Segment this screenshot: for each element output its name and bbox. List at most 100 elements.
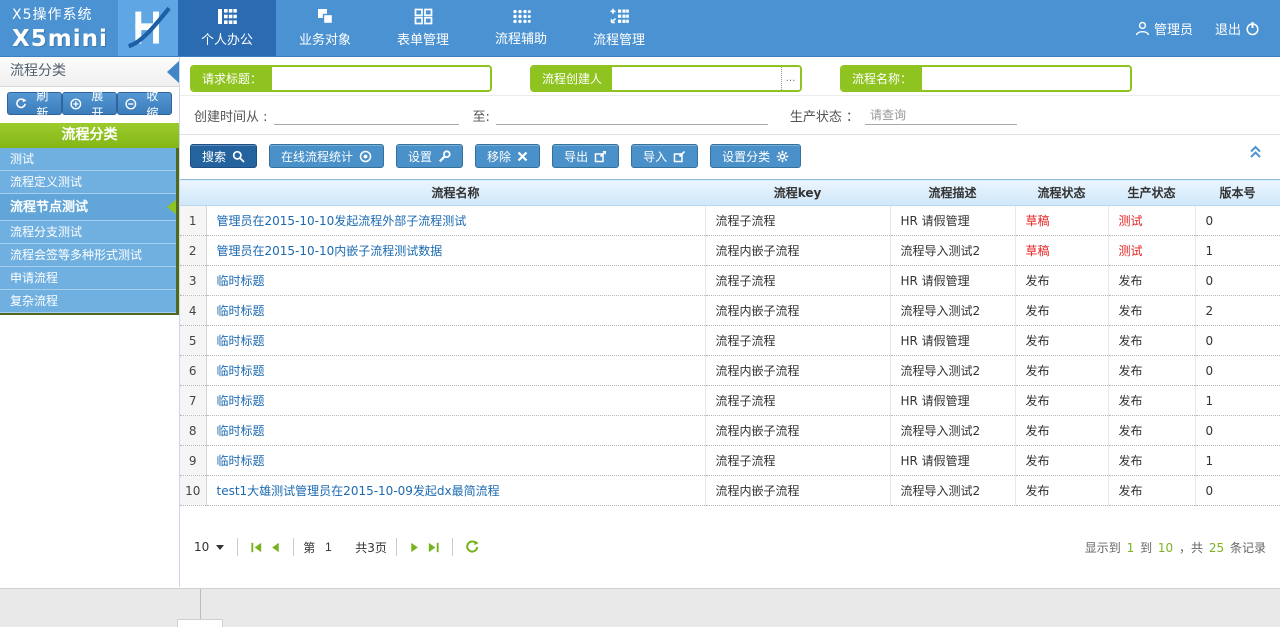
process-name-link[interactable]: 临时标题 <box>217 304 265 318</box>
page-prefix: 第 <box>303 539 315 556</box>
tree-title: 流程分类 <box>0 123 179 148</box>
user-area: 管理员 退出 <box>1135 0 1280 56</box>
user-name: 管理员 <box>1154 19 1193 38</box>
panel-collapse-arrow-icon[interactable] <box>167 61 179 83</box>
page-size-dropdown[interactable]: 10 <box>190 540 228 554</box>
tab-form-management[interactable]: 表单管理 <box>374 0 472 56</box>
production-status-cell: 测试 <box>1108 206 1195 236</box>
process-key-cell: 流程子流程 <box>705 266 890 296</box>
process-name-link[interactable]: 临时标题 <box>217 274 265 288</box>
production-status-input[interactable] <box>865 106 1017 125</box>
process-name-link[interactable]: test1大雄测试管理员在2015-10-09发起dx最简流程 <box>217 484 500 498</box>
process-status-cell: 发布 <box>1015 446 1108 476</box>
col-production-status[interactable]: 生产状态 <box>1108 180 1195 206</box>
col-process-name[interactable]: 流程名称 <box>206 180 705 206</box>
reload-grid-button[interactable] <box>465 540 479 554</box>
table-row[interactable]: 3 临时标题 流程子流程 HR 请假管理 发布 发布 0 <box>180 266 1280 296</box>
sidebar-category-item[interactable]: 申请流程 <box>0 267 176 290</box>
process-name-link[interactable]: 临时标题 <box>217 424 265 438</box>
row-number-cell: 3 <box>180 266 206 296</box>
process-status-cell: 发布 <box>1015 266 1108 296</box>
first-page-icon <box>250 541 263 554</box>
gear-icon <box>776 150 789 163</box>
process-status-cell: 发布 <box>1015 386 1108 416</box>
process-name-link[interactable]: 管理员在2015-10-10内嵌子流程测试数据 <box>217 244 443 258</box>
sidebar-category-item[interactable]: 流程会签等多种形式测试 <box>0 244 176 267</box>
row-number-cell: 10 <box>180 476 206 506</box>
process-grid: 流程名称 流程key 流程描述 流程状态 生产状态 版本号 1 管理员在2015… <box>180 179 1280 506</box>
process-name-link[interactable]: 临时标题 <box>217 334 265 348</box>
refresh-button[interactable]: 刷新 <box>7 92 62 115</box>
import-button[interactable]: 导入 <box>631 144 698 168</box>
prev-page-button[interactable] <box>269 541 281 554</box>
set-category-button[interactable]: 设置分类 <box>710 144 801 168</box>
expand-all-button[interactable]: 展开 <box>62 92 117 115</box>
sidebar-category-item[interactable]: 测试 <box>0 148 176 171</box>
tab-process-assist[interactable]: 流程辅助 <box>472 0 570 56</box>
sidebar-panel-header: 流程分类 <box>0 57 179 87</box>
table-row[interactable]: 1 管理员在2015-10-10发起流程外部子流程测试 流程子流程 HR 请假管… <box>180 206 1280 236</box>
remove-button[interactable]: 移除 <box>475 144 540 168</box>
table-row[interactable]: 8 临时标题 流程内嵌子流程 流程导入测试2 发布 发布 0 <box>180 416 1280 446</box>
created-to-input[interactable] <box>496 106 768 125</box>
table-row[interactable]: 10 test1大雄测试管理员在2015-10-09发起dx最简流程 流程内嵌子… <box>180 476 1280 506</box>
settings-button[interactable]: 设置 <box>396 144 463 168</box>
process-name-link[interactable]: 临时标题 <box>217 364 265 378</box>
first-page-button[interactable] <box>250 541 263 554</box>
sidebar-category-item[interactable]: 流程定义测试 <box>0 171 176 194</box>
created-from-input[interactable] <box>274 106 459 125</box>
process-name-link[interactable]: 临时标题 <box>217 394 265 408</box>
pager-separator <box>293 538 294 556</box>
process-status-cell: 草稿 <box>1015 206 1108 236</box>
sidebar-category-label: 流程节点测试 <box>10 200 88 215</box>
col-process-desc[interactable]: 流程描述 <box>890 180 1015 206</box>
collapse-all-button[interactable]: 收缩 <box>117 92 172 115</box>
online-process-stats-button[interactable]: 在线流程统计 <box>269 144 384 168</box>
table-row[interactable]: 2 管理员在2015-10-10内嵌子流程测试数据 流程内嵌子流程 流程导入测试… <box>180 236 1280 266</box>
collapse-search-panel-icon[interactable] <box>1247 144 1264 162</box>
process-name-field-group: 流程名称： <box>840 65 1132 92</box>
process-creator-input[interactable] <box>612 67 781 90</box>
version-cell: 1 <box>1195 386 1280 416</box>
sidebar-category-label: 复杂流程 <box>10 294 58 308</box>
request-title-field-group: 请求标题： <box>190 65 492 92</box>
last-page-button[interactable] <box>427 541 440 554</box>
request-title-input[interactable] <box>272 67 490 90</box>
tab-process-management[interactable]: 流程管理 <box>570 0 668 56</box>
export-button[interactable]: 导出 <box>552 144 619 168</box>
process-desc-cell: HR 请假管理 <box>890 206 1015 236</box>
col-process-status[interactable]: 流程状态 <box>1015 180 1108 206</box>
process-name-link[interactable]: 管理员在2015-10-10发起流程外部子流程测试 <box>217 214 467 228</box>
creator-picker-button[interactable]: … <box>781 67 800 90</box>
current-page-input[interactable] <box>315 538 341 556</box>
search-button[interactable]: 搜索 <box>190 144 257 168</box>
request-title-label: 请求标题： <box>192 67 272 90</box>
process-key-cell: 流程子流程 <box>705 446 890 476</box>
tab-personal-office[interactable]: 个人办公 <box>178 0 276 56</box>
summary-total: 25 <box>1209 541 1224 555</box>
splitter-handle[interactable] <box>177 619 223 627</box>
next-page-button[interactable] <box>409 541 421 554</box>
table-row[interactable]: 7 临时标题 流程子流程 HR 请假管理 发布 发布 1 <box>180 386 1280 416</box>
table-row[interactable]: 9 临时标题 流程子流程 HR 请假管理 发布 发布 1 <box>180 446 1280 476</box>
table-row[interactable]: 5 临时标题 流程子流程 HR 请假管理 发布 发布 0 <box>180 326 1280 356</box>
process-name-link[interactable]: 临时标题 <box>217 454 265 468</box>
selected-category-arrow-icon <box>167 200 176 214</box>
version-cell: 0 <box>1195 356 1280 386</box>
tab-business-objects[interactable]: 业务对象 <box>276 0 374 56</box>
table-row[interactable]: 4 临时标题 流程内嵌子流程 流程导入测试2 发布 发布 2 <box>180 296 1280 326</box>
current-user[interactable]: 管理员 <box>1135 19 1193 38</box>
sidebar-category-item[interactable]: 复杂流程 <box>0 290 176 313</box>
col-version[interactable]: 版本号 <box>1195 180 1280 206</box>
settings-button-label: 设置 <box>408 148 432 165</box>
user-icon <box>1135 21 1150 36</box>
process-desc-cell: HR 请假管理 <box>890 326 1015 356</box>
sidebar-category-item[interactable]: 流程节点测试 <box>0 194 176 221</box>
table-row[interactable]: 6 临时标题 流程内嵌子流程 流程导入测试2 发布 发布 0 <box>180 356 1280 386</box>
logout-button[interactable]: 退出 <box>1215 19 1260 38</box>
sidebar-category-item[interactable]: 流程分支测试 <box>0 221 176 244</box>
process-name-input[interactable] <box>922 67 1130 90</box>
process-status-cell: 发布 <box>1015 356 1108 386</box>
col-process-key[interactable]: 流程key <box>705 180 890 206</box>
double-chevron-up-icon <box>1247 144 1264 159</box>
